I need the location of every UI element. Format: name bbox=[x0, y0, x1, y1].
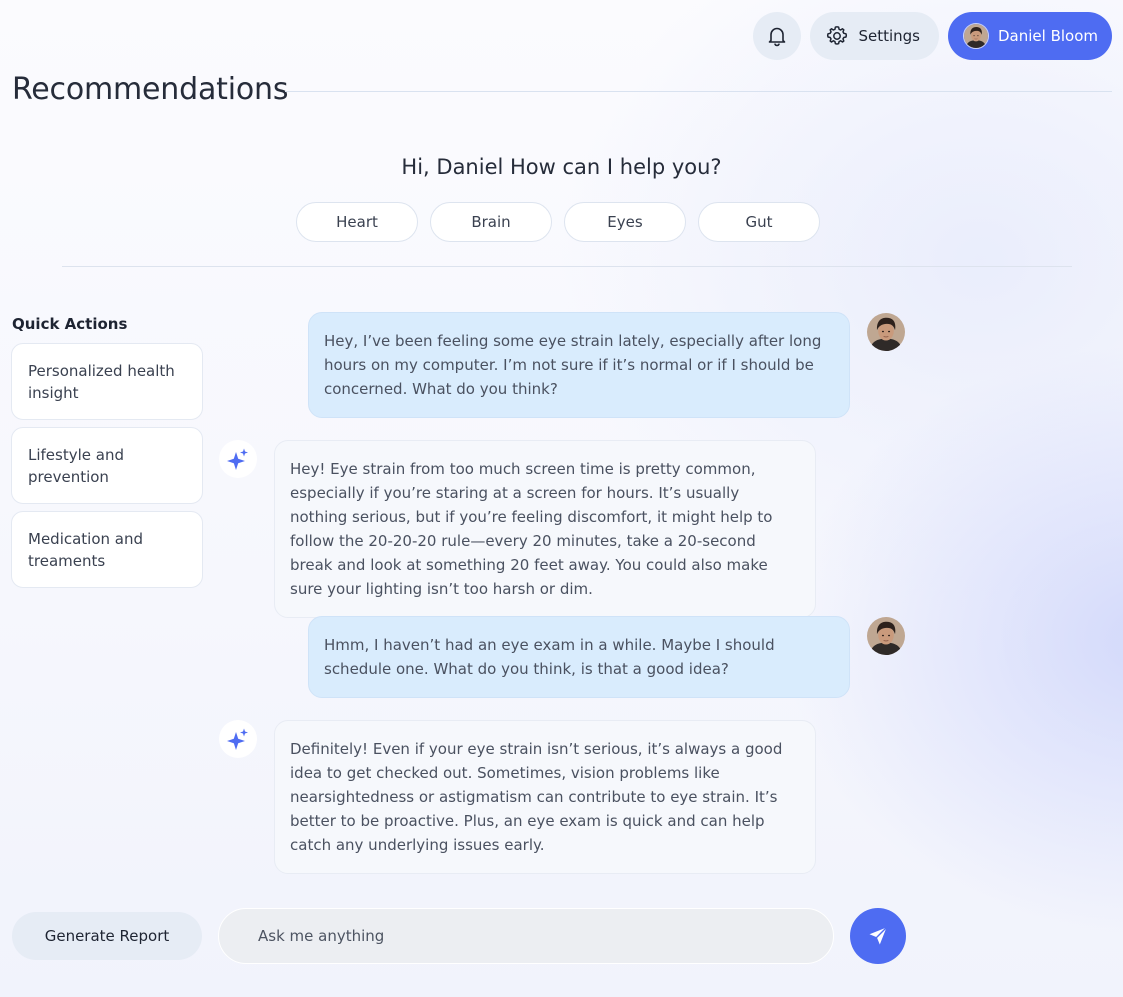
user-name: Daniel Bloom bbox=[997, 27, 1098, 45]
ask-input[interactable] bbox=[218, 908, 834, 964]
quick-action-health-insight[interactable]: Personalized health insight bbox=[11, 343, 203, 420]
quick-actions-list: Personalized health insight Lifestyle an… bbox=[11, 343, 203, 588]
user-message: Hey, I’ve been feeling some eye strain l… bbox=[308, 312, 850, 418]
assistant-avatar bbox=[219, 440, 257, 478]
settings-label: Settings bbox=[858, 27, 920, 45]
sparkle-icon bbox=[227, 448, 248, 470]
topic-chip-brain[interactable]: Brain bbox=[430, 202, 552, 242]
quick-action-medication[interactable]: Medication and treaments bbox=[11, 511, 203, 588]
user-avatar bbox=[867, 617, 905, 655]
user-message: Hmm, I haven’t had an eye exam in a whil… bbox=[308, 616, 850, 698]
user-menu-button[interactable]: Daniel Bloom bbox=[947, 12, 1112, 60]
topic-chip-heart[interactable]: Heart bbox=[296, 202, 418, 242]
user-avatar bbox=[867, 313, 905, 351]
page-title: Recommendations bbox=[12, 72, 289, 107]
topic-chips: Heart Brain Eyes Gut bbox=[296, 202, 820, 242]
gear-icon bbox=[827, 26, 848, 45]
sparkle-icon bbox=[227, 728, 248, 750]
topic-chip-gut[interactable]: Gut bbox=[698, 202, 820, 242]
greeting-text: Hi, Daniel How can I help you? bbox=[401, 155, 722, 179]
notifications-button[interactable] bbox=[753, 12, 802, 60]
quick-action-lifestyle[interactable]: Lifestyle and prevention bbox=[11, 427, 203, 504]
quick-action-label: Personalized health insight bbox=[28, 361, 175, 402]
generate-report-button[interactable]: Generate Report bbox=[12, 912, 202, 960]
quick-actions-heading: Quick Actions bbox=[12, 315, 128, 333]
quick-action-label: Lifestyle and prevention bbox=[28, 445, 124, 486]
title-divider bbox=[285, 91, 1112, 92]
topic-chip-eyes[interactable]: Eyes bbox=[564, 202, 686, 242]
assistant-avatar bbox=[219, 720, 257, 758]
send-button[interactable] bbox=[850, 908, 906, 964]
avatar bbox=[962, 23, 989, 49]
bell-icon bbox=[769, 27, 786, 47]
assistant-message: Hey! Eye strain from too much screen tim… bbox=[274, 440, 816, 618]
top-bar: Settings Daniel Bloom bbox=[753, 12, 1112, 60]
assistant-message: Definitely! Even if your eye strain isn’… bbox=[274, 720, 816, 874]
quick-action-label: Medication and treaments bbox=[28, 529, 144, 570]
section-divider bbox=[62, 266, 1072, 267]
settings-button[interactable]: Settings bbox=[810, 12, 939, 60]
send-icon bbox=[869, 926, 888, 945]
